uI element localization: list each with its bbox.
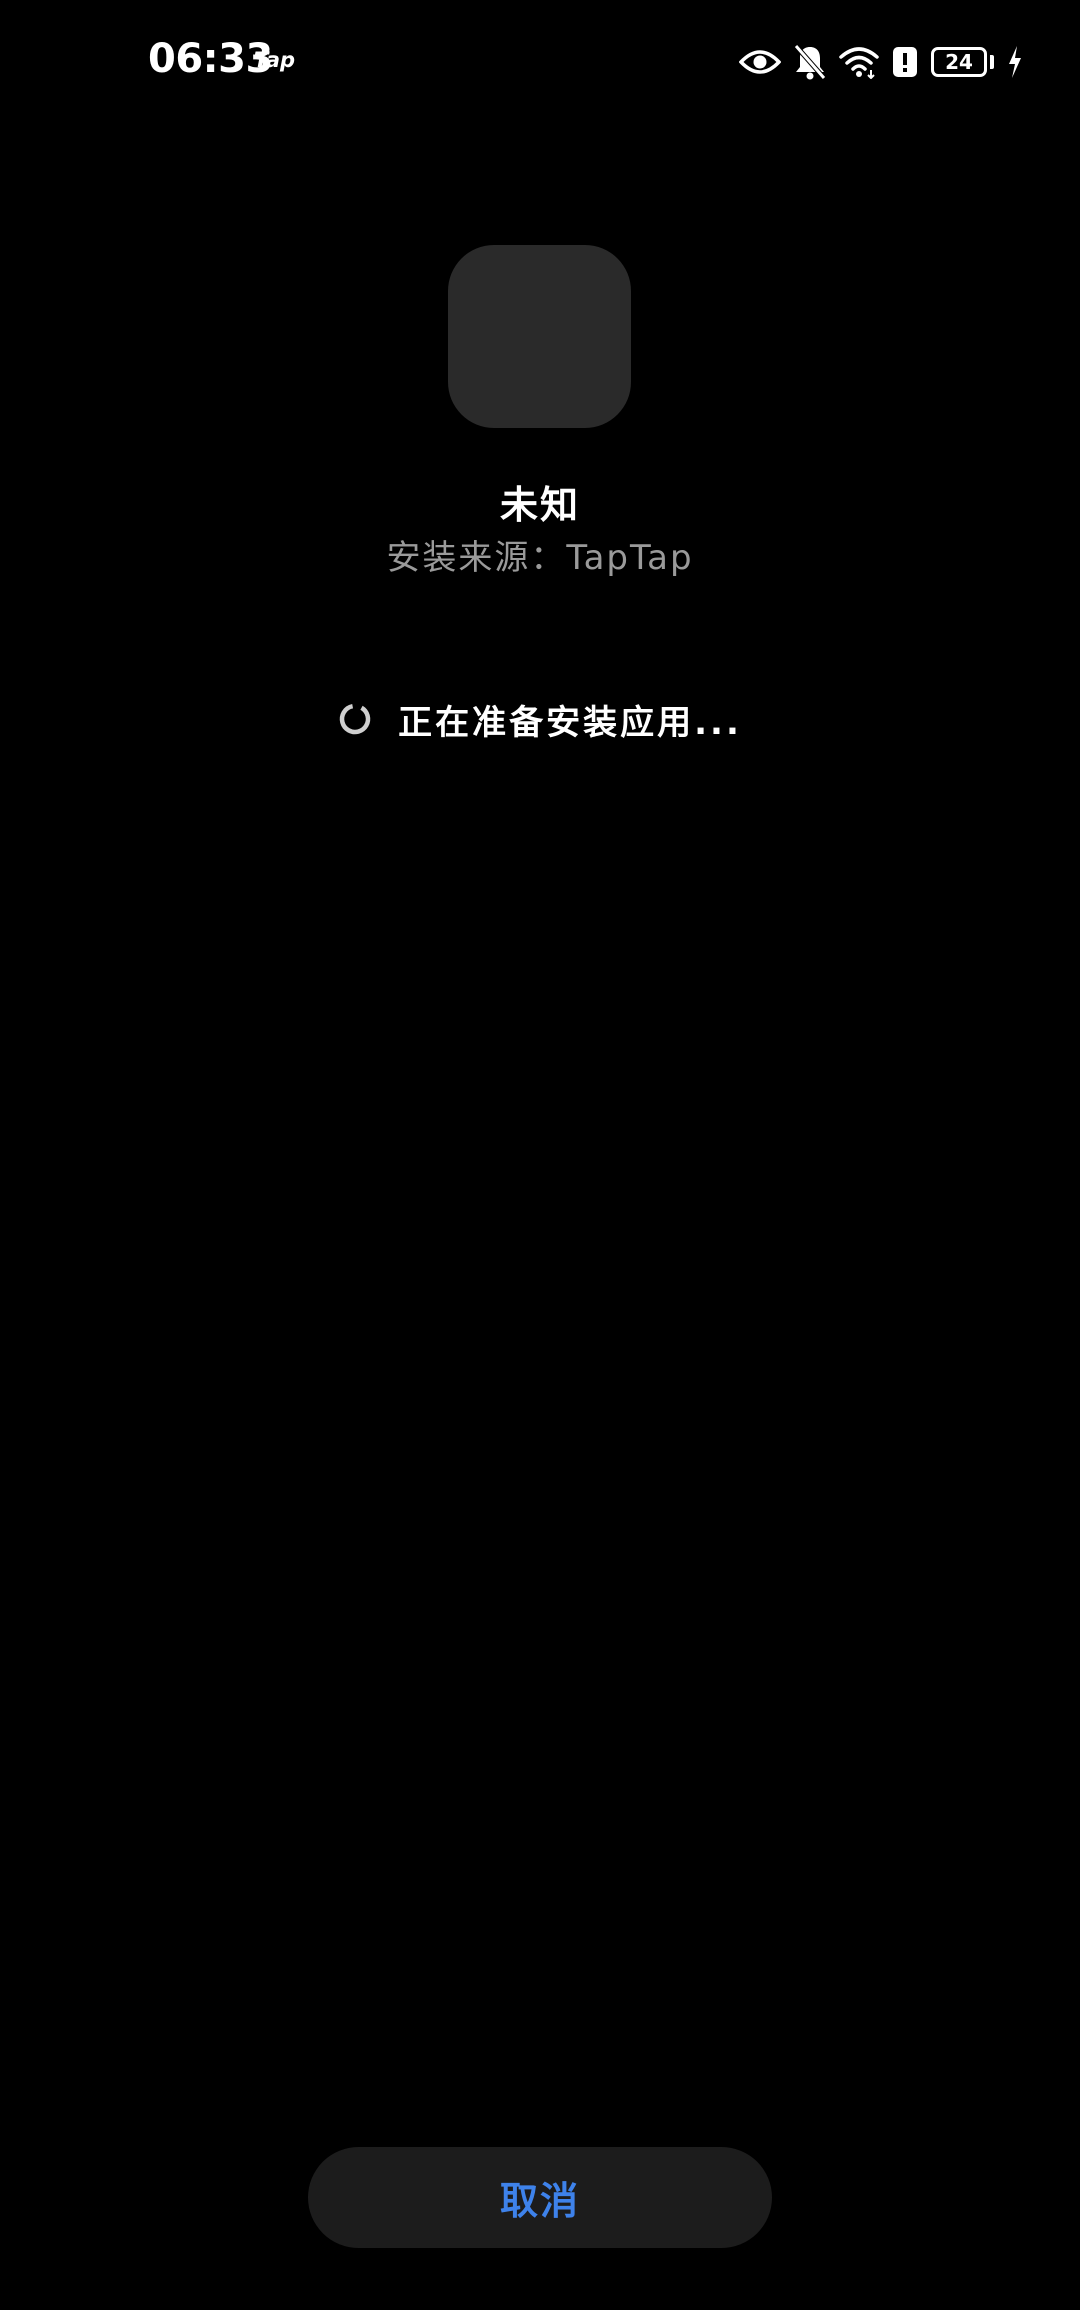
cancel-button[interactable]: 取消: [308, 2147, 772, 2248]
alert-icon: [891, 45, 919, 79]
install-source: 安装来源：TapTap: [386, 538, 694, 578]
battery-tip: [990, 55, 994, 69]
status-icons: 24: [739, 38, 1024, 86]
install-progress: 正在准备安装应用...: [0, 694, 1080, 744]
bell-off-icon: [793, 43, 827, 81]
loading-spinner-icon: [338, 702, 372, 736]
charging-bolt-icon: [1006, 45, 1024, 79]
wifi-icon: [839, 45, 879, 79]
app-name: 未知: [499, 483, 580, 527]
battery-icon: 24: [931, 47, 994, 77]
status-bar: 06:33 Tap 24: [0, 0, 1080, 124]
notification-app-label: Tap: [254, 48, 296, 72]
app-icon-placeholder: [448, 245, 631, 428]
eye-icon: [739, 47, 781, 77]
progress-text: 正在准备安装应用...: [398, 702, 742, 743]
battery-level: 24: [931, 47, 987, 77]
